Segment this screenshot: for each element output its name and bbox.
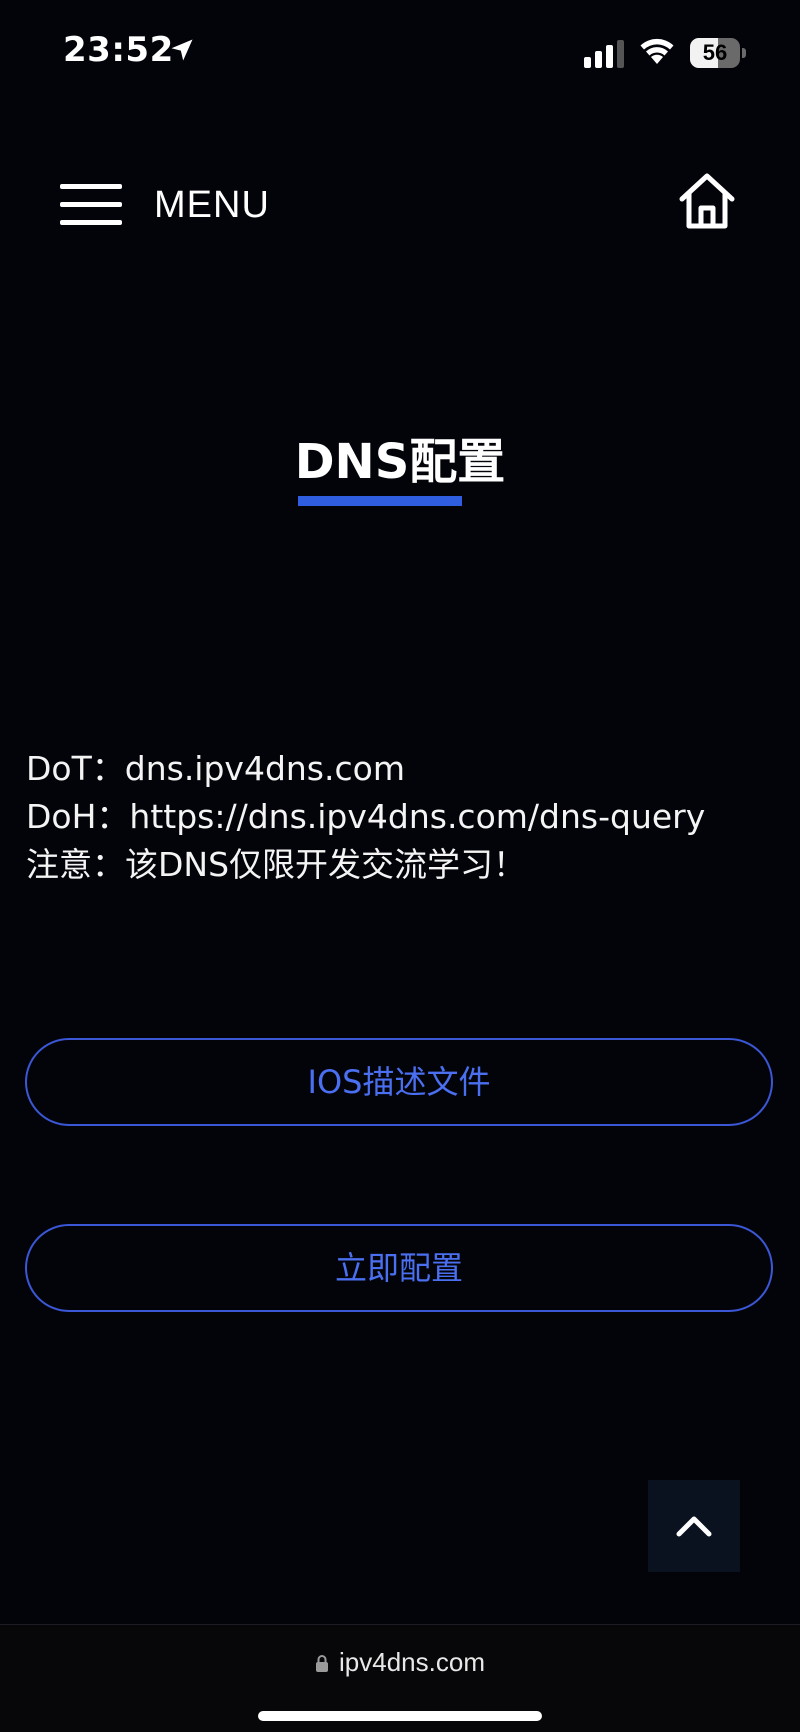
browser-address-bar[interactable]: ipv4dns.com <box>0 1624 800 1732</box>
doh-address: DoH：https://dns.ipv4dns.com/dns-query <box>26 797 706 836</box>
status-bar: 23:52 56 <box>0 0 800 110</box>
home-indicator[interactable] <box>258 1711 542 1721</box>
menu-button[interactable]: MENU <box>60 170 270 240</box>
usage-notice: 注意：该DNS仅限开发交流学习！ <box>26 845 527 884</box>
site-header: MENU <box>0 150 800 260</box>
page-title: DNS配置 <box>294 434 506 490</box>
hamburger-icon <box>60 181 122 229</box>
dns-info: DoT：dns.ipv4dns.com DoH：https://dns.ipv4… <box>26 745 786 889</box>
back-to-top-button[interactable] <box>648 1480 740 1572</box>
battery-percent: 56 <box>702 40 728 65</box>
chevron-up-icon <box>676 1516 712 1537</box>
dot-address: DoT：dns.ipv4dns.com <box>26 749 405 788</box>
status-time: 23:52 <box>63 30 174 70</box>
wifi-icon <box>640 38 674 64</box>
battery-icon: 56 <box>690 38 746 68</box>
ios-profile-button[interactable]: IOS描述文件 <box>25 1038 773 1126</box>
configure-now-button[interactable]: 立即配置 <box>25 1224 773 1312</box>
home-icon[interactable] <box>676 170 738 232</box>
title-underline <box>298 496 462 506</box>
url-display[interactable]: ipv4dns.com <box>0 1647 800 1678</box>
cellular-signal-icon <box>584 40 624 68</box>
lock-icon <box>316 1655 329 1672</box>
menu-label: MENU <box>154 183 270 226</box>
url-text: ipv4dns.com <box>339 1647 485 1677</box>
location-arrow-icon <box>171 39 193 61</box>
